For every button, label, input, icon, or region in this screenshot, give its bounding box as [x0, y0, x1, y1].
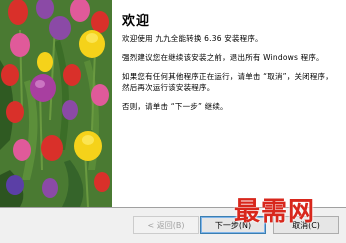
welcome-paragraph: 欢迎使用 九九全能转换 6.36 安装程序。	[122, 34, 263, 43]
welcome-paragraph: 如果您有任何其他程序正在运行，请单击 “取消”，关闭程序，然后再次运行该安装程序…	[122, 72, 333, 92]
welcome-title: 欢迎	[122, 14, 151, 29]
welcome-content: 欢迎 欢迎使用 九九全能转换 6.36 安装程序。 强烈建议您在继续该安装之前，…	[122, 10, 338, 120]
site-watermark: 最需网	[234, 197, 316, 227]
back-button[interactable]: < 返回(B)	[133, 216, 199, 234]
welcome-paragraph: 否则，请单击 “下一步” 继续。	[122, 102, 228, 111]
tulip-banner-image	[0, 0, 112, 207]
welcome-paragraph: 强烈建议您在继续该安装之前，退出所有 Windows 程序。	[122, 53, 324, 62]
setup-wizard-window: 欢迎 欢迎使用 九九全能转换 6.36 安装程序。 强烈建议您在继续该安装之前，…	[0, 0, 346, 243]
